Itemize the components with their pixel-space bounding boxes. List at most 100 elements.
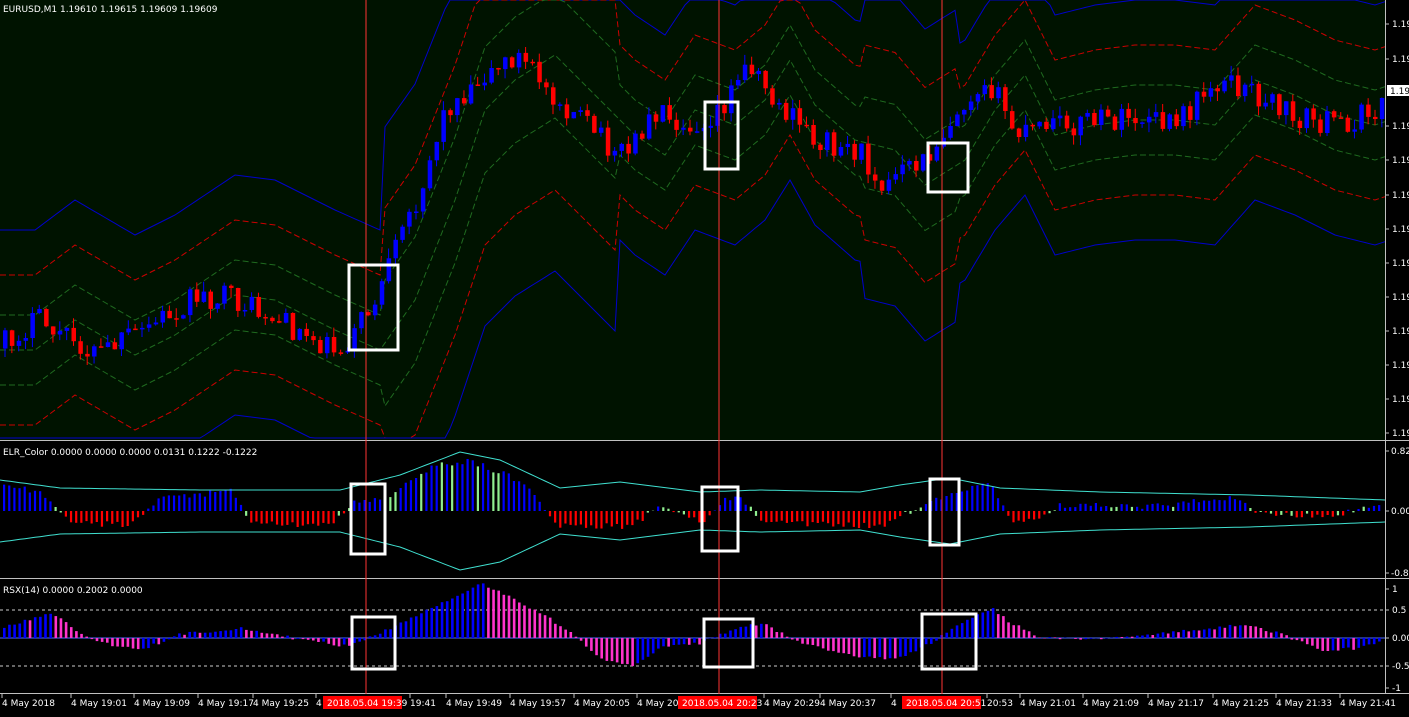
elr-bar xyxy=(868,511,871,528)
rsx-bar xyxy=(188,631,191,638)
bull-candle xyxy=(119,332,124,350)
rsx-bar xyxy=(1367,638,1371,645)
rsx-bar xyxy=(1326,638,1330,651)
elr-bar xyxy=(1002,505,1005,511)
elr-bar xyxy=(914,510,917,511)
elr-bar xyxy=(183,494,186,511)
elr-bar xyxy=(312,511,315,524)
bull-candle xyxy=(242,310,248,312)
elr-bar xyxy=(399,488,402,511)
time-marker-label: 2018.05.04 20:51 xyxy=(906,699,986,709)
elr-bar xyxy=(548,511,552,517)
time-axis: 4 May 2018 4 May 19:01 4 May 19:09 4 May 19… xyxy=(1,694,1396,709)
elr-bar xyxy=(1223,500,1226,511)
elr-bar xyxy=(749,506,752,511)
bull-candle xyxy=(393,239,398,259)
rsx-bar xyxy=(404,621,408,638)
elr-bar xyxy=(1233,499,1237,511)
bull-candle xyxy=(482,82,487,86)
rsx-bar xyxy=(1228,624,1232,638)
bull-candle xyxy=(187,289,193,316)
rsx-bar xyxy=(1300,638,1304,642)
elr-bar xyxy=(1069,507,1072,511)
elr-bar xyxy=(1033,511,1036,520)
time-tick-label: 4 May 21:33 xyxy=(1276,699,1332,709)
rsx-bar xyxy=(590,638,593,651)
bull-candle xyxy=(571,112,577,119)
bull-candle xyxy=(1078,116,1083,136)
elr-bar xyxy=(270,511,273,522)
rsx-bar xyxy=(765,624,768,638)
rsx-bar xyxy=(626,638,629,665)
rsx-bar xyxy=(1331,638,1335,651)
bull-candle xyxy=(400,226,405,240)
elr-bar xyxy=(832,511,835,527)
elr-bar xyxy=(564,511,567,524)
rsx-bar xyxy=(126,638,130,647)
bull-candle xyxy=(920,154,926,171)
elr-bar xyxy=(18,488,21,511)
time-tick-label: 4 May 21:17 xyxy=(1148,699,1204,709)
time-tick-label: 4 May 20:29 xyxy=(764,699,820,709)
bear-candle xyxy=(78,341,83,354)
trading-terminal-chart[interactable]: EURUSD,M1 1.19610 1.19615 1.19609 1.1960… xyxy=(0,0,1409,717)
rsx-bar xyxy=(785,636,789,638)
bull-candle xyxy=(886,179,892,191)
rsx-bar xyxy=(724,633,727,638)
rsx-bar xyxy=(1254,626,1258,638)
bull-candle xyxy=(578,110,583,112)
rsx-bar xyxy=(827,638,830,651)
rsx-bar xyxy=(754,625,758,638)
price-tick-label: 1.19 xyxy=(1392,361,1409,371)
rsx-bar xyxy=(245,629,248,638)
rsx-bar xyxy=(286,635,289,638)
elr-bar xyxy=(1269,511,1273,514)
elr-bar xyxy=(420,473,423,511)
price-pane[interactable] xyxy=(0,0,1385,440)
price-tick-label: 1.19 xyxy=(1392,395,1409,405)
bull-candle xyxy=(503,57,508,70)
elr-bar xyxy=(404,482,407,511)
rsx-bar xyxy=(219,631,222,638)
elr-bar xyxy=(857,511,861,528)
rsx-bar xyxy=(888,638,892,659)
elr-bar xyxy=(1110,507,1113,511)
bull-candle xyxy=(660,105,666,122)
rsx-bar xyxy=(39,616,42,638)
rsx-bar xyxy=(682,638,686,645)
elr-bar xyxy=(600,511,603,529)
time-marker-label: 2018.05.04 20:23 xyxy=(682,699,762,709)
bear-candle xyxy=(167,310,172,319)
elr-bar xyxy=(960,491,964,511)
elr-bar xyxy=(672,511,675,513)
elr-bar xyxy=(837,511,840,525)
price-tick-label: 1.19 xyxy=(1392,259,1409,269)
bull-candle xyxy=(1208,88,1214,97)
bear-candle xyxy=(270,317,275,322)
elr-tick-label: 0.82 xyxy=(1391,447,1409,457)
elr-bar xyxy=(239,504,243,511)
elr-bar xyxy=(1352,511,1355,513)
bear-candle xyxy=(496,68,501,70)
elr-bar xyxy=(569,511,572,525)
elr-bar xyxy=(1295,511,1298,518)
bull-candle xyxy=(1242,84,1248,97)
rsx-bar xyxy=(621,638,624,664)
bull-candle xyxy=(756,70,761,75)
rsx-bar xyxy=(440,602,444,638)
bear-candle xyxy=(797,108,803,125)
rsx-bar xyxy=(373,635,377,638)
rsx-bar xyxy=(270,633,274,638)
rsx-bar xyxy=(1285,635,1288,638)
rsx-bar xyxy=(90,638,94,640)
elr-bar xyxy=(265,511,268,524)
elr-bar xyxy=(435,465,438,511)
price-tick-label: 1.19 xyxy=(1392,327,1409,337)
rsx-bar xyxy=(1352,638,1355,650)
bear-candle xyxy=(989,85,994,99)
elr-bar xyxy=(250,511,253,523)
rsx-bar xyxy=(971,617,974,638)
elr-bar xyxy=(734,496,737,511)
elr-bar xyxy=(1182,501,1185,511)
rsx-bar xyxy=(657,638,660,649)
